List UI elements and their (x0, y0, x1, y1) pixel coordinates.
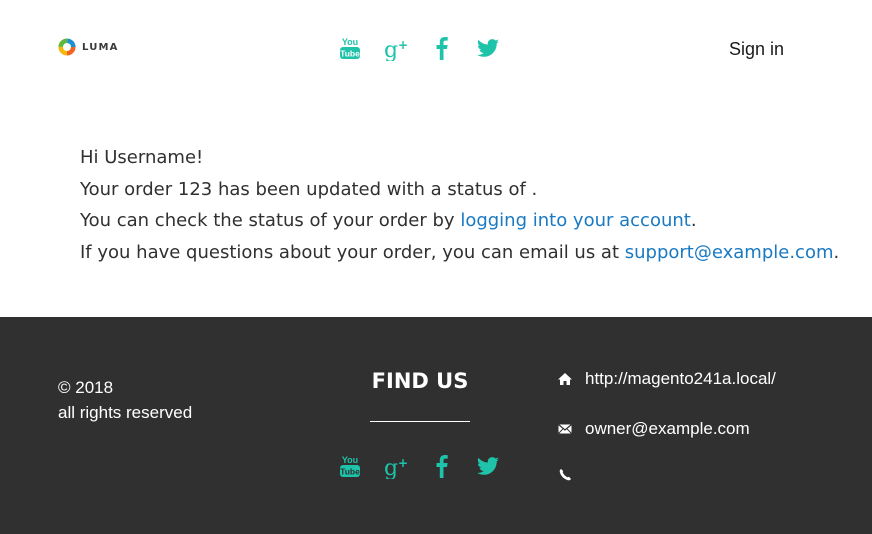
svg-text:Tube: Tube (340, 49, 360, 59)
copyright-year: © 2018 (58, 378, 114, 397)
twitter-icon[interactable] (475, 453, 501, 479)
questions-suffix: . (833, 242, 840, 264)
questions-line: If you have questions about your order, … (80, 237, 839, 269)
header-social-links: You Tube g + (337, 35, 501, 61)
envelope-icon (558, 424, 572, 434)
sign-in-link[interactable]: Sign in (729, 39, 784, 60)
svg-text:+: + (398, 38, 408, 52)
svg-text:You: You (342, 37, 358, 47)
svg-text:+: + (398, 456, 408, 470)
phone-icon (559, 469, 571, 481)
website-link[interactable]: http://magento241a.local/ (585, 369, 776, 389)
check-status-suffix: . (690, 210, 697, 232)
contact-email: owner@example.com (557, 419, 750, 439)
greeting-line: Hi Username! (80, 147, 204, 168)
home-icon (558, 373, 572, 385)
youtube-icon[interactable]: You Tube (337, 453, 363, 479)
luma-logo[interactable]: LUMA (58, 38, 119, 56)
luma-logo-icon (58, 38, 76, 56)
copyright: © 2018 all rights reserved (58, 375, 192, 425)
contact-website: http://magento241a.local/ (557, 369, 776, 389)
facebook-icon[interactable] (429, 35, 455, 61)
questions-text: If you have questions about your order, … (80, 242, 625, 264)
facebook-icon[interactable] (429, 453, 455, 479)
twitter-icon[interactable] (475, 35, 501, 61)
check-status-line: You can check the status of your order b… (80, 205, 839, 237)
check-status-text: You can check the status of your order b… (80, 210, 461, 232)
contact-phone (557, 467, 585, 483)
footer-social-links: You Tube g + (337, 453, 501, 479)
order-update-message: Hi Username! Your order 123 has been upd… (80, 142, 839, 269)
svg-text:g: g (384, 38, 398, 61)
find-us-title: FIND US (371, 369, 469, 393)
account-login-link[interactable]: logging into your account (460, 210, 691, 231)
google-plus-icon[interactable]: g + (383, 35, 409, 61)
google-plus-icon[interactable]: g + (383, 453, 409, 479)
rights-reserved: all rights reserved (58, 403, 193, 422)
email-link[interactable]: owner@example.com (585, 419, 750, 439)
youtube-icon[interactable]: You Tube (337, 35, 363, 61)
svg-text:Tube: Tube (340, 467, 360, 477)
svg-text:You: You (342, 455, 358, 465)
support-email-link[interactable]: support@example.com (625, 242, 834, 263)
status-line: Your order 123 has been updated with a s… (80, 178, 538, 200)
svg-text:g: g (384, 456, 398, 479)
email-footer: © 2018 all rights reserved FIND US You T… (0, 317, 872, 534)
email-header: LUMA You Tube g + Sign in (0, 0, 872, 100)
find-us-divider (370, 421, 470, 422)
logo-text: LUMA (82, 41, 119, 53)
